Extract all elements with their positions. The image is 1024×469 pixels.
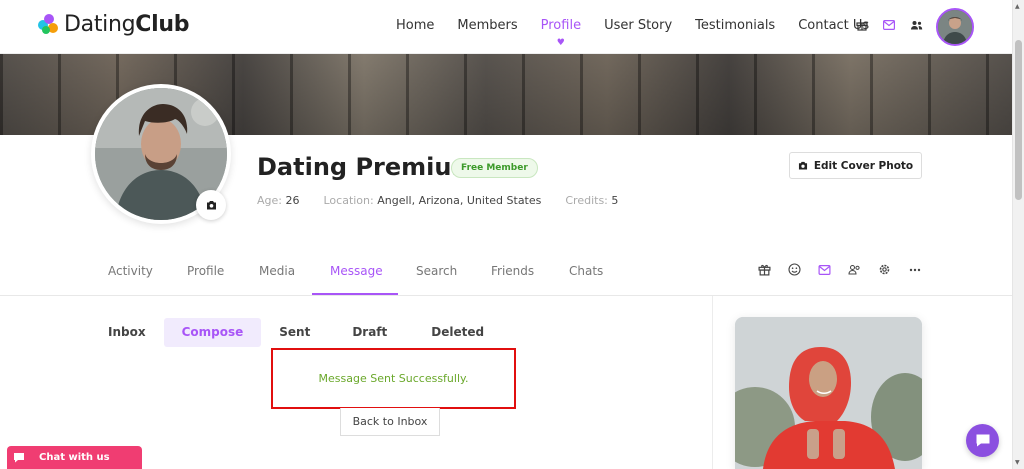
camera-icon: [798, 161, 807, 170]
tab-friends[interactable]: Friends: [491, 264, 534, 278]
profile-name: Dating Premium: [257, 153, 477, 181]
settings-icon[interactable]: [877, 262, 892, 277]
subtab-deleted[interactable]: Deleted: [413, 318, 502, 347]
profile-meta: Age: 26 Location: Angell, Arizona, Unite…: [257, 194, 642, 207]
tab-activity[interactable]: Activity: [108, 264, 153, 278]
meta-credits: Credits: 5: [565, 194, 619, 207]
mail-icon[interactable]: [817, 262, 832, 277]
chat-launcher-button[interactable]: [966, 424, 999, 457]
meta-location: Location: Angell, Arizona, United States: [323, 194, 542, 207]
logo-text: DatingClub: [64, 12, 190, 37]
friends-icon[interactable]: [847, 262, 862, 277]
scroll-down-icon[interactable]: ▼: [1015, 459, 1020, 466]
tab-search[interactable]: Search: [416, 264, 457, 278]
nav-profile[interactable]: Profile ♥: [541, 18, 581, 48]
user-avatar[interactable]: [936, 8, 974, 46]
message-subtabs: Inbox Compose Sent Draft Deleted: [108, 318, 502, 347]
scroll-thumb[interactable]: [1015, 40, 1022, 200]
smiley-icon[interactable]: [787, 262, 802, 277]
camera-icon: [206, 201, 216, 210]
more-icon[interactable]: [907, 262, 922, 277]
logo-icon: [38, 13, 60, 36]
friends-icon[interactable]: [909, 18, 923, 32]
nav-user-story[interactable]: User Story: [604, 18, 672, 33]
active-tab-indicator: [312, 293, 398, 295]
nav-testimonials[interactable]: Testimonials: [695, 18, 775, 33]
edit-cover-photo-button[interactable]: Edit Cover Photo: [789, 152, 922, 179]
profile-tabs: Activity Profile Media Message Search Fr…: [0, 252, 1012, 296]
back-to-inbox-button[interactable]: Back to Inbox: [340, 408, 440, 436]
tab-profile[interactable]: Profile: [187, 264, 224, 278]
tab-media[interactable]: Media: [259, 264, 295, 278]
subtab-inbox[interactable]: Inbox: [108, 318, 164, 347]
mail-icon[interactable]: [882, 18, 896, 32]
page-scrollbar[interactable]: ▲ ▼: [1012, 0, 1024, 469]
chat-bubble-icon: [976, 434, 989, 447]
tab-message[interactable]: Message: [330, 264, 383, 278]
subtab-sent[interactable]: Sent: [261, 318, 328, 347]
nav-home[interactable]: Home: [396, 18, 434, 33]
gift-icon[interactable]: [855, 18, 869, 32]
meta-age: Age: 26: [257, 194, 300, 207]
gift-icon[interactable]: [757, 262, 772, 277]
success-message: Message Sent Successfully.: [271, 348, 516, 409]
chat-bubble-icon: [14, 453, 24, 463]
sidebar-divider: [712, 296, 713, 469]
chat-with-us-button[interactable]: Chat with us: [7, 446, 142, 469]
scroll-up-icon[interactable]: ▲: [1015, 3, 1020, 10]
membership-badge: Free Member: [451, 158, 538, 178]
subtab-draft[interactable]: Draft: [328, 318, 413, 347]
tab-chats[interactable]: Chats: [569, 264, 603, 278]
subtab-compose[interactable]: Compose: [163, 318, 262, 347]
main-nav: Home Members Profile ♥ User Story Testimo…: [396, 18, 892, 48]
site-header: DatingClub Home Members Profile ♥ User St…: [0, 0, 1012, 54]
active-heart-icon: ♥: [556, 38, 565, 48]
featured-member-photo[interactable]: [735, 317, 922, 469]
nav-members[interactable]: Members: [457, 18, 517, 33]
change-photo-button[interactable]: [196, 190, 226, 220]
site-logo[interactable]: DatingClub: [38, 12, 189, 37]
